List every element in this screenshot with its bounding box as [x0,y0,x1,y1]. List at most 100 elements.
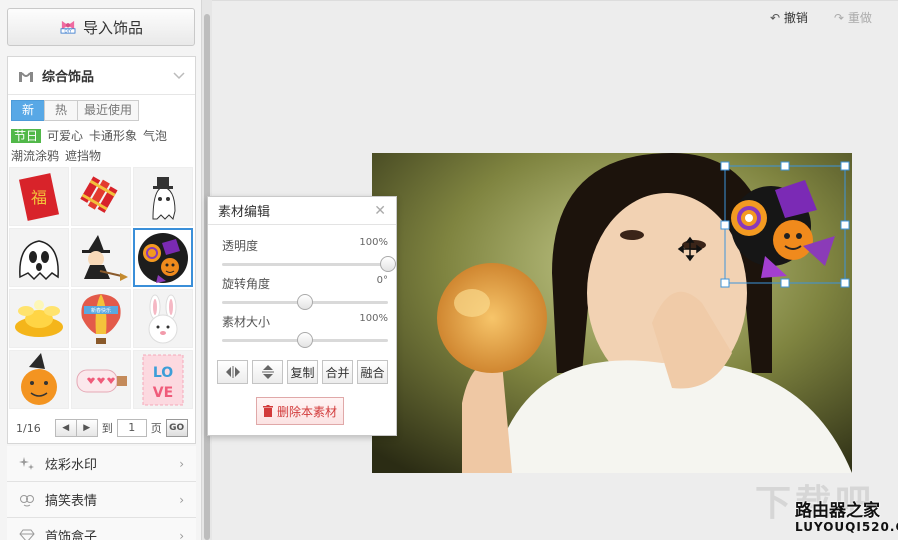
prev-page-button[interactable]: ◀ [54,419,77,437]
section-list: 炫彩水印 › 搞笑表情 › 首饰盒子 › [7,446,196,540]
import-sticker-label: 导入饰品 [82,18,143,37]
sticker-tabs: 新 热 最近使用 [11,100,140,121]
category-list: 节日 可爱心 卡通形象 气泡 潮流涂鸦 遮挡物 [11,126,195,166]
balloon-text: 新春快乐 [91,307,111,314]
ghost-hat-icon [152,176,176,220]
merge-button[interactable]: 合并 [322,360,353,384]
sticker-panel: 综合饰品 新 热 最近使用 节日可爱心卡通形象气泡 潮流涂鸦遮挡物 福 [7,56,196,444]
redo-button[interactable]: ↷ 重做 [834,8,872,28]
rotation-slider[interactable] [222,294,388,310]
redo-icon: ↷ [834,11,845,25]
sticker-white-ghost[interactable] [9,228,69,287]
section-funny-face[interactable]: 搞笑表情 › [7,482,196,518]
diamond-icon [19,529,35,540]
love-text-1: LO [153,365,173,381]
sticker-rabbit[interactable] [133,289,193,348]
section-colorful-watermark[interactable]: 炫彩水印 › [7,446,196,482]
chevron-right-icon: › [179,528,184,540]
love-stamp-icon: LO VE [142,354,184,405]
delete-material-label: 删除本素材 [276,404,337,419]
sticker-firecracker[interactable] [71,167,131,226]
sticker-pumpkin-man[interactable] [9,350,69,409]
opacity-slider-row: 透明度 100% [222,237,396,272]
sticker-ghost-hat[interactable] [133,167,193,226]
photo-canvas[interactable] [372,153,852,473]
sticker-hot-air-balloon[interactable]: 新春快乐 [71,289,131,348]
sparkle-icon [19,456,34,470]
rotation-value: 0° [376,275,388,286]
panel-header[interactable]: 综合饰品 [8,57,195,95]
tab-recent[interactable]: 最近使用 [77,100,140,121]
category-cartoon[interactable]: 卡通形象 [89,129,137,143]
section-jewelry-box[interactable]: 首饰盒子 › [7,518,196,540]
sidebar: DIY 导入饰品 综合饰品 新 热 最近使用 节日 可爱心 卡通形象 气泡 潮流涂鸦遮… [0,0,202,540]
pumpkin-man-icon [21,352,57,405]
page-unit-label: 页 [150,422,162,435]
delete-material-button[interactable]: 删除本素材 [256,397,344,425]
sticker-gold-ingot[interactable] [9,289,69,348]
next-page-button[interactable]: ▶ [75,419,98,437]
import-sticker-button[interactable]: DIY 导入饰品 [7,8,195,46]
rotation-slider-knob[interactable] [297,294,313,310]
watermark-line-2: LUYOUQI520.COM [795,520,898,534]
flip-vertical-button[interactable] [252,360,283,384]
flip-vertical-icon [261,365,274,379]
sticker-pager: 1/16 ◀ ▶ 到 1 页 GO [16,417,192,439]
sticker-grid: 福 新春快乐 LO VE [9,167,195,409]
photo-image [372,153,852,473]
dialog-header[interactable]: 素材编辑 ✕ [208,197,396,225]
category-cover[interactable]: 遮挡物 [65,149,101,163]
size-label: 素材大小 [222,315,271,329]
size-slider-knob[interactable] [297,332,313,348]
chevron-down-icon[interactable] [173,71,185,80]
tab-new[interactable]: 新 [11,100,46,121]
little-witch-icon [82,234,128,281]
sticker-heart-bottle[interactable] [71,350,131,409]
chevron-right-icon: › [179,492,184,507]
copy-button[interactable]: 复制 [287,360,318,384]
size-value: 100% [359,313,388,324]
chevron-right-icon: › [179,456,184,471]
gold-ingot-icon [15,299,63,337]
opacity-slider[interactable] [222,256,396,272]
category-festival[interactable]: 节日 [11,129,42,143]
trash-icon [262,405,273,417]
sticker-category-icon [19,71,33,82]
watermark-line-1: 路由器之家 [795,501,880,521]
face-icon [20,494,34,506]
site-watermark: 下载吧 路由器之家 LUYOUQI520.COM [755,474,898,540]
hot-air-balloon-icon: 新春快乐 [81,293,121,344]
sticker-fu[interactable]: 福 [9,167,69,226]
rotation-label: 旋转角度 [222,277,271,291]
opacity-slider-knob[interactable] [380,256,396,272]
fu-envelope-icon: 福 [18,172,60,221]
size-slider-row: 素材大小 100% [222,313,388,348]
category-bubble[interactable]: 气泡 [143,129,167,143]
go-button[interactable]: GO [165,419,188,437]
fu-char: 福 [31,188,47,207]
undo-icon: ↶ [770,11,781,25]
flip-horizontal-button[interactable] [217,360,248,384]
heart-bottle-icon [76,369,127,392]
close-icon[interactable]: ✕ [374,203,386,219]
sticker-lollipop-pumpkin[interactable] [133,228,193,287]
page-number-input[interactable]: 1 [116,419,147,437]
sticker-little-witch[interactable] [71,228,131,287]
editor-tools: 复制 合并 融合 [217,360,388,384]
love-text-2: VE [153,385,173,401]
undo-label: 撤销 [783,11,808,25]
page-indicator: 1/16 [16,421,41,435]
blend-button[interactable]: 融合 [357,360,388,384]
section-label: 首饰盒子 [45,530,98,540]
size-slider[interactable] [222,332,388,348]
undo-button[interactable]: ↶ 撤销 [770,8,808,28]
category-graffiti[interactable]: 潮流涂鸦 [11,149,59,163]
diy-bow-icon: DIY [60,20,76,34]
category-cute[interactable]: 可爱心 [47,129,83,143]
tab-hot[interactable]: 热 [44,100,79,121]
rotation-slider-row: 旋转角度 0° [222,275,388,310]
svg-text:DIY: DIY [64,29,72,34]
sticker-love[interactable]: LO VE [133,350,193,409]
opacity-value: 100% [359,237,388,248]
flip-horizontal-icon [225,366,240,378]
